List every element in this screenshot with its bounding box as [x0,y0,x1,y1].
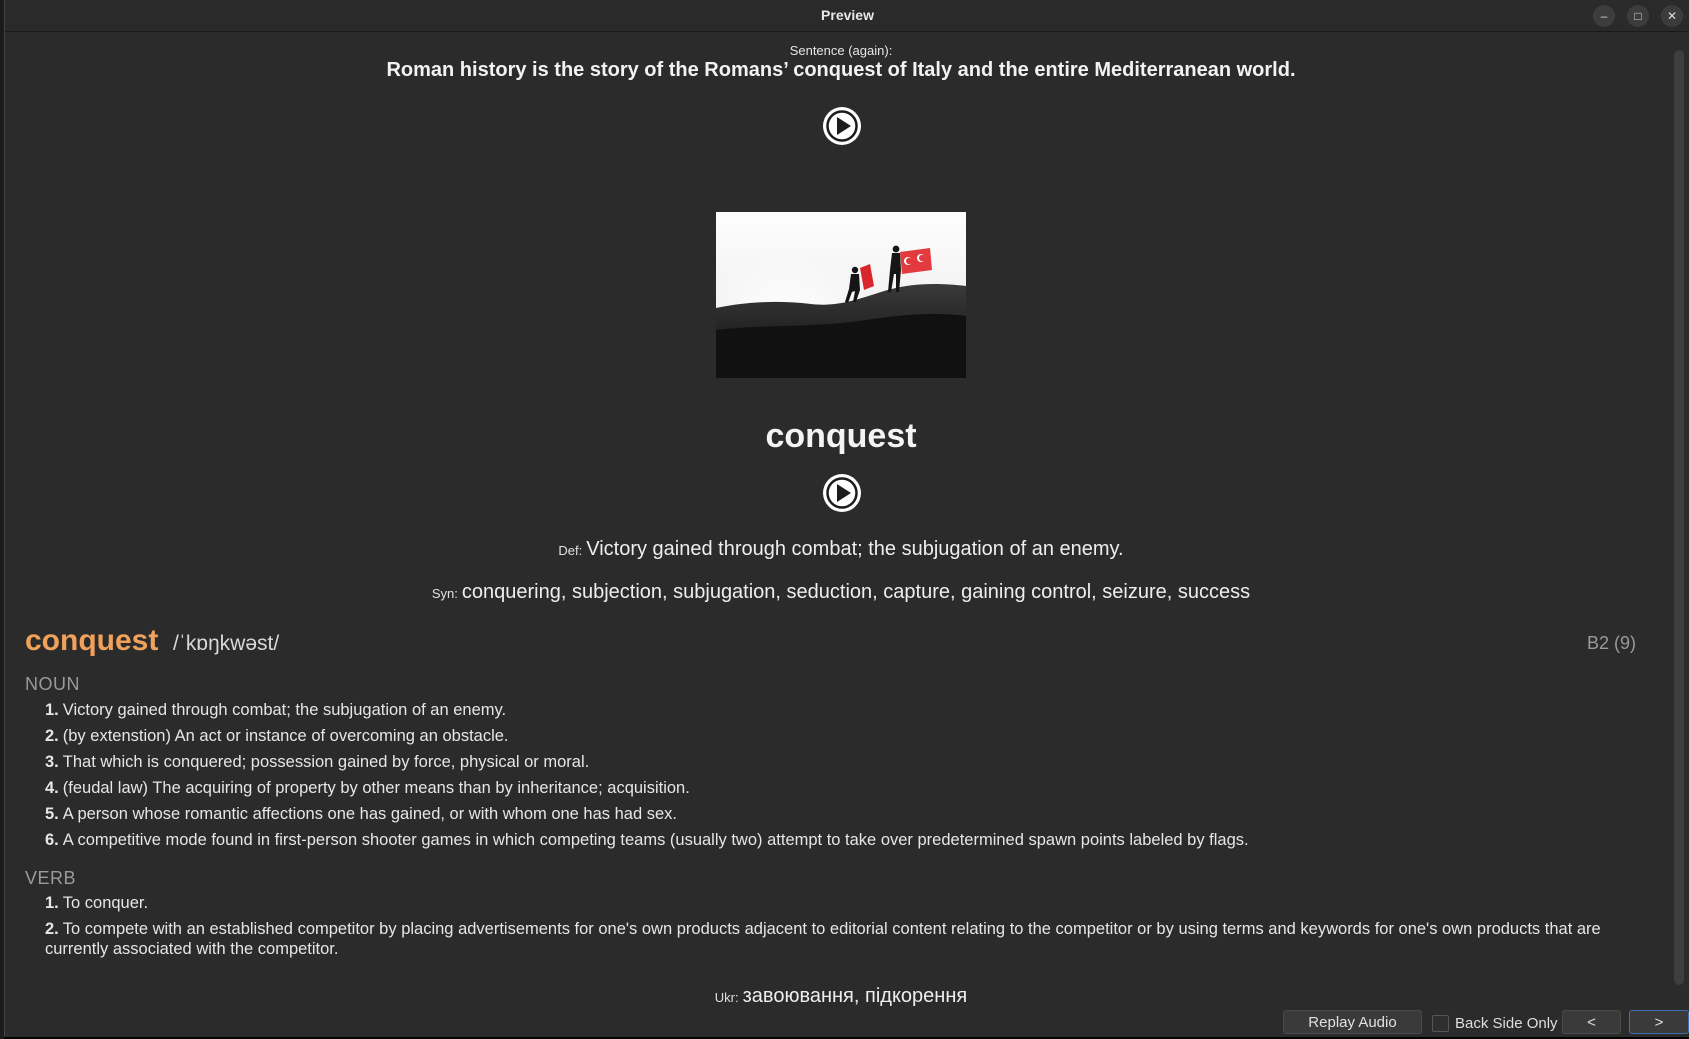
maximize-button[interactable]: □ [1627,5,1649,27]
synonyms-label: Syn: [431,586,458,601]
play-sentence-button[interactable] [823,107,861,145]
card-image [716,212,966,378]
back-side-only-label: Back Side Only [1455,1015,1558,1032]
title-bar: Preview – □ ✕ [5,0,1689,32]
synonyms-text: conquering, subjection, subjugation, sed… [461,581,1251,603]
back-side-only-checkbox[interactable] [1432,1015,1449,1032]
sense-item: 4. (feudal law) The acquiring of property… [45,779,690,797]
example-sentence: Roman history is the story of the Romans… [386,59,1296,81]
ukrainian-label: Ukr: [714,990,739,1005]
sense-item: 5. A person whose romantic affections one… [45,805,677,823]
card-content: Sentence (again): Roman history is the s… [5,32,1670,1004]
ukrainian-text: завоювання, підкорення [742,985,968,1007]
definition-text: Victory gained through combat; the subju… [586,538,1124,560]
sense-item: 6. A competitive mode found in first-pers… [45,831,1249,849]
close-button[interactable]: ✕ [1661,5,1683,27]
sense-item: 2. (by extenstion) An act or instance of … [45,727,509,745]
synonyms-line: Syn: conquering, subjection, subjugation,… [5,581,1677,604]
previous-button[interactable]: < [1562,1010,1621,1034]
card-word: conquest [765,417,917,455]
play-icon [825,476,859,510]
play-icon [825,109,859,143]
window-title: Preview [821,7,874,23]
bottom-toolbar: Replay Audio Back Side Only < > [5,1006,1689,1037]
minimize-button[interactable]: – [1593,5,1615,27]
sense-item: 1. Victory gained through combat; the sub… [45,701,507,719]
dictionary-headword: conquest [25,624,159,657]
sense-item: 1. To conquer. [45,894,149,912]
sentence-label: Sentence (again): [789,43,893,58]
verb-heading: VERB [25,868,77,888]
pronunciation: /ˈkɒŋkwəst/ [173,632,280,655]
ukrainian-line: Ukr: завоювання, підкорення [5,985,1677,1008]
preview-window: Preview – □ ✕ Sentence (again): Roman hi… [4,0,1689,1037]
noun-heading: NOUN [25,674,80,694]
verb-senses: 1. To conquer. 2. To compete with an estab… [45,893,1645,965]
sense-item: 2. To compete with an established competi… [45,920,1601,958]
sense-item: 3. That which is conquered; possession ga… [45,753,590,771]
next-button[interactable]: > [1629,1010,1689,1034]
definition-label: Def: [558,543,583,558]
scrollbar[interactable] [1674,50,1684,985]
definition-line: Def: Victory gained through combat; the s… [5,538,1677,561]
replay-audio-button[interactable]: Replay Audio [1283,1010,1422,1034]
play-word-button[interactable] [823,474,861,512]
level-badge: B2 (9) [1586,633,1636,653]
noun-senses: 1. Victory gained through combat; the sub… [45,700,1645,856]
